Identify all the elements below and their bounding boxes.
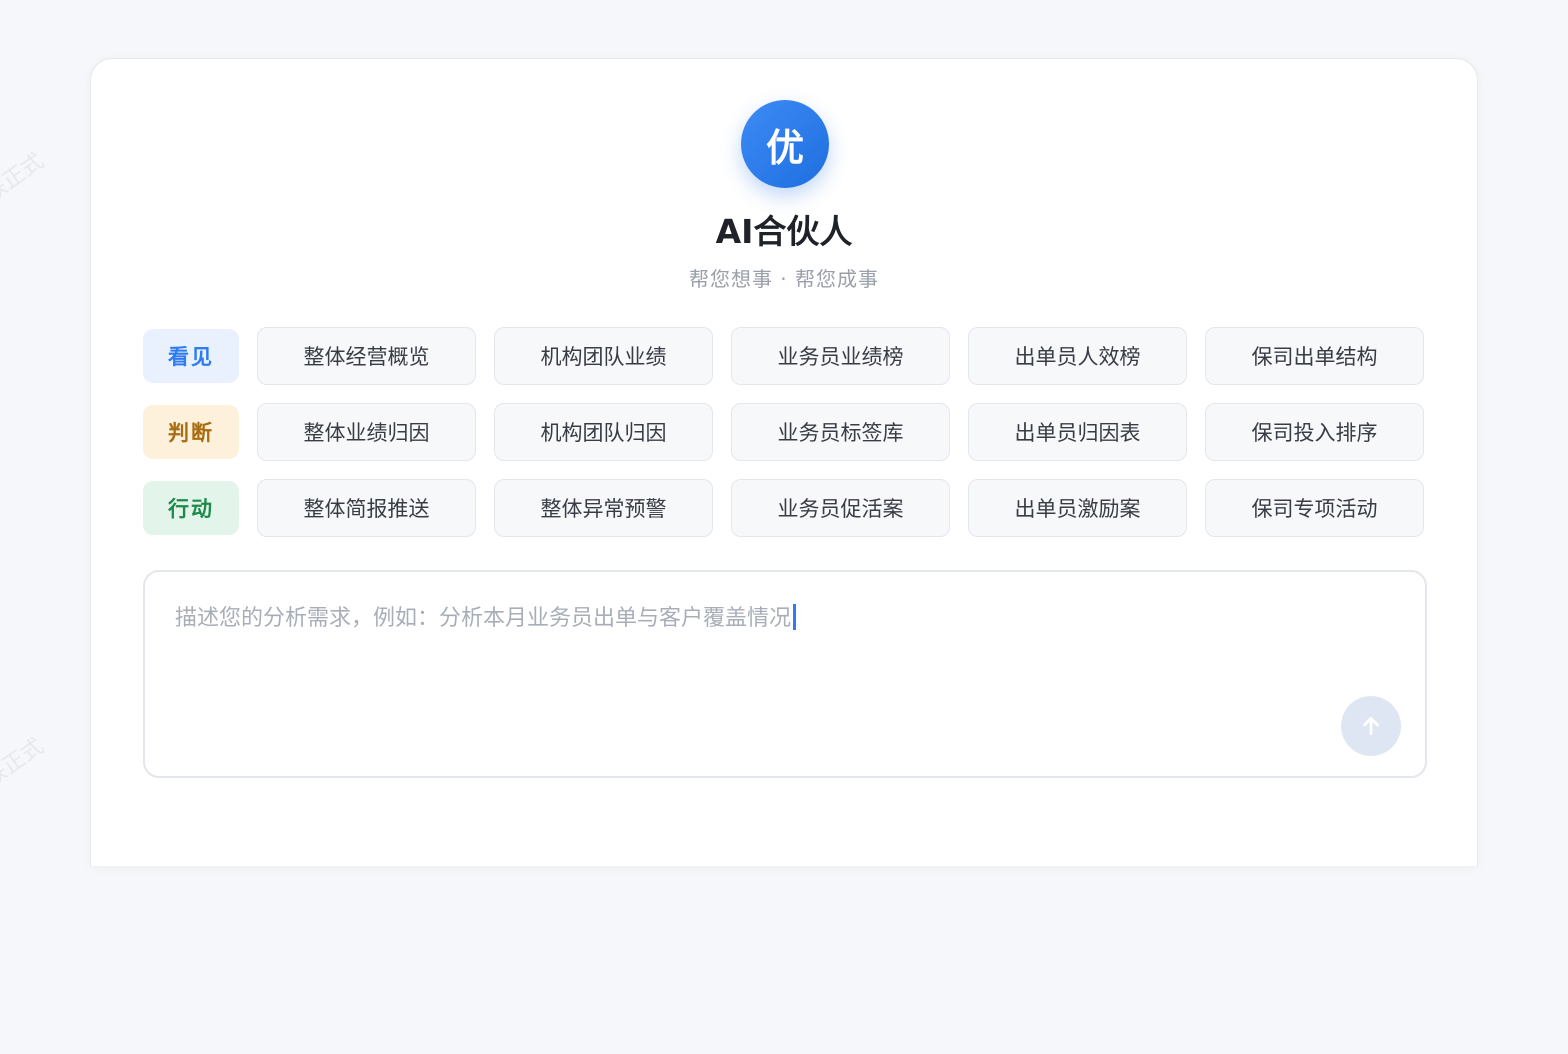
tag-judge: 判断 [143, 405, 239, 459]
page-title: AI合伙人 [715, 212, 853, 251]
chips-act: 整体简报推送 整体异常预警 业务员促活案 出单员激励案 保司专项活动 [257, 479, 1424, 537]
tag-see: 看见 [143, 329, 239, 383]
row-judge: 判断 整体业绩归因 机构团队归因 业务员标签库 出单员归因表 保司投入排序 [143, 403, 1424, 461]
row-see: 看见 整体经营概览 机构团队业绩 业务员业绩榜 出单员人效榜 保司出单结构 [143, 327, 1424, 385]
chips-judge: 整体业绩归因 机构团队归因 业务员标签库 出单员归因表 保司投入排序 [257, 403, 1424, 461]
main-card: 优 AI合伙人 帮您想事 · 帮您成事 看见 整体经营概览 机构团队业绩 业务员… [90, 58, 1478, 866]
chip-org-team-performance[interactable]: 机构团队业绩 [494, 327, 713, 385]
watermark-top: 联正式 [0, 148, 49, 208]
chip-overall-attribution[interactable]: 整体业绩归因 [257, 403, 476, 461]
chip-insurer-campaign[interactable]: 保司专项活动 [1205, 479, 1424, 537]
prompt-input[interactable]: 描述您的分析需求，例如：分析本月业务员出单与客户覆盖情况 [143, 570, 1427, 778]
prompt-placeholder: 描述您的分析需求，例如：分析本月业务员出单与客户覆盖情况 [175, 600, 797, 632]
chip-issuer-attribution[interactable]: 出单员归因表 [968, 403, 1187, 461]
chip-issuer-efficiency[interactable]: 出单员人效榜 [968, 327, 1187, 385]
page-subtitle: 帮您想事 · 帮您成事 [688, 267, 880, 291]
chip-agent-ranking[interactable]: 业务员业绩榜 [731, 327, 950, 385]
chip-org-team-attribution[interactable]: 机构团队归因 [494, 403, 713, 461]
chip-insurer-ranking[interactable]: 保司投入排序 [1205, 403, 1424, 461]
chip-anomaly-alert[interactable]: 整体异常预警 [494, 479, 713, 537]
row-act: 行动 整体简报推送 整体异常预警 业务员促活案 出单员激励案 保司专项活动 [143, 479, 1424, 537]
logo-avatar: 优 [741, 100, 829, 188]
chip-agent-activation[interactable]: 业务员促活案 [731, 479, 950, 537]
tag-act: 行动 [143, 481, 239, 535]
chip-overall-overview[interactable]: 整体经营概览 [257, 327, 476, 385]
send-button[interactable] [1341, 696, 1401, 756]
arrow-up-icon [1363, 717, 1379, 735]
chip-brief-push[interactable]: 整体简报推送 [257, 479, 476, 537]
watermark-bottom: 联正式 [0, 733, 49, 793]
chips-see: 整体经营概览 机构团队业绩 业务员业绩榜 出单员人效榜 保司出单结构 [257, 327, 1424, 385]
chip-agent-tags[interactable]: 业务员标签库 [731, 403, 950, 461]
chip-insurer-structure[interactable]: 保司出单结构 [1205, 327, 1424, 385]
chip-issuer-incentive[interactable]: 出单员激励案 [968, 479, 1187, 537]
text-caret [793, 604, 797, 630]
